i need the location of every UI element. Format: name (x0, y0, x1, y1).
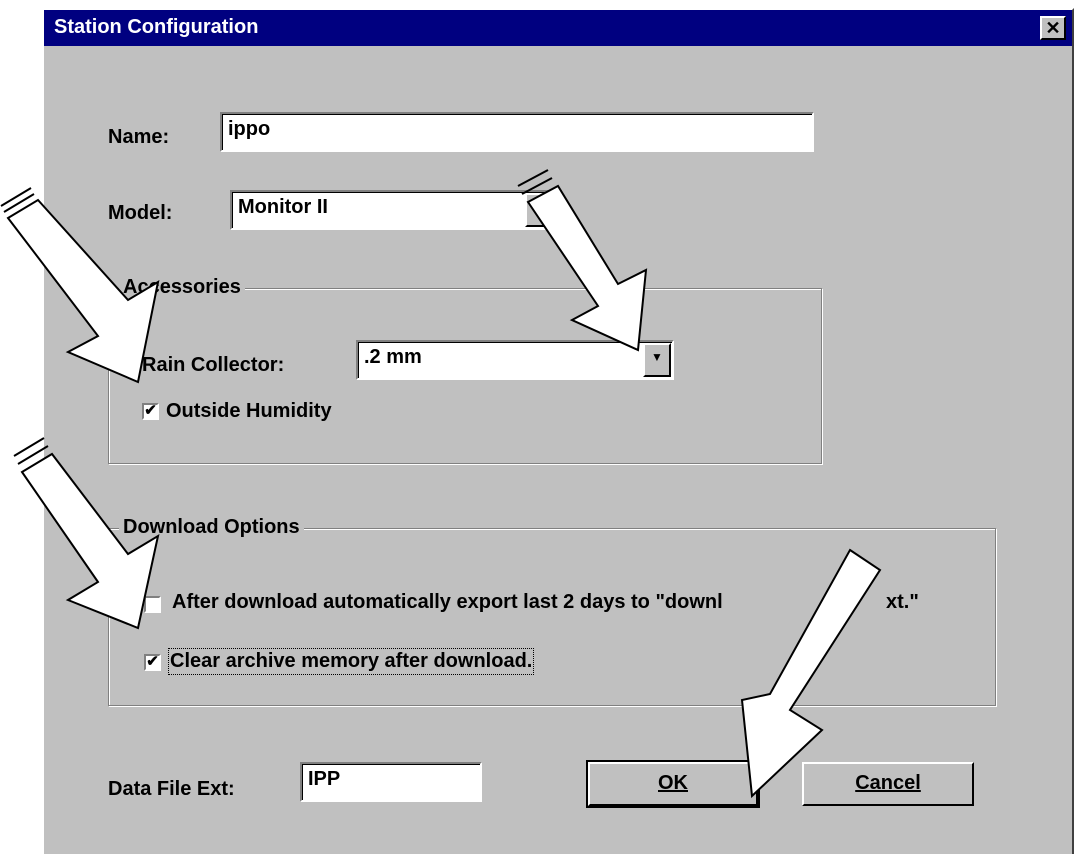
check-icon: ✔ (144, 402, 157, 419)
rain-collector-label: Rain Collector: (142, 354, 285, 376)
cancel-button[interactable]: Cancel (802, 762, 974, 806)
chevron-down-icon[interactable]: ▼ (525, 193, 553, 227)
model-label: Model: (108, 202, 173, 224)
model-value: Monitor II (238, 196, 328, 218)
chevron-down-icon[interactable]: ▼ (643, 343, 671, 377)
download-options-group: Download Options (108, 516, 996, 706)
download-options-legend: Download Options (119, 516, 304, 539)
check-icon: ✔ (146, 653, 159, 670)
data-file-ext-input[interactable]: IPP (300, 762, 482, 802)
station-configuration-dialog: Station Configuration ✕ Name: ippo Model… (42, 8, 1074, 854)
name-input[interactable]: ippo (220, 112, 814, 152)
clear-archive-label[interactable]: Clear archive memory after download. (167, 648, 535, 675)
accessories-legend: Accessories (119, 276, 245, 299)
window-title: Station Configuration (54, 16, 259, 38)
auto-export-label-tail[interactable]: xt." (886, 591, 919, 614)
outside-humidity-label[interactable]: Outside Humidity (166, 400, 332, 423)
rain-collector-select[interactable]: .2 mm ▼ (356, 340, 674, 380)
auto-export-checkbox[interactable] (144, 596, 161, 613)
close-icon[interactable]: ✕ (1040, 16, 1066, 40)
ok-button[interactable]: OK (586, 760, 760, 808)
model-select[interactable]: Monitor II ▼ (230, 190, 556, 230)
clear-archive-checkbox[interactable]: ✔ (144, 654, 161, 671)
rain-collector-value: .2 mm (364, 346, 422, 368)
outside-humidity-checkbox[interactable]: ✔ (142, 403, 159, 420)
data-file-ext-label: Data File Ext: (108, 778, 235, 800)
name-label: Name: (108, 126, 170, 148)
title-bar[interactable]: Station Configuration ✕ (44, 10, 1072, 46)
auto-export-label[interactable]: After download automatically export last… (172, 591, 723, 614)
